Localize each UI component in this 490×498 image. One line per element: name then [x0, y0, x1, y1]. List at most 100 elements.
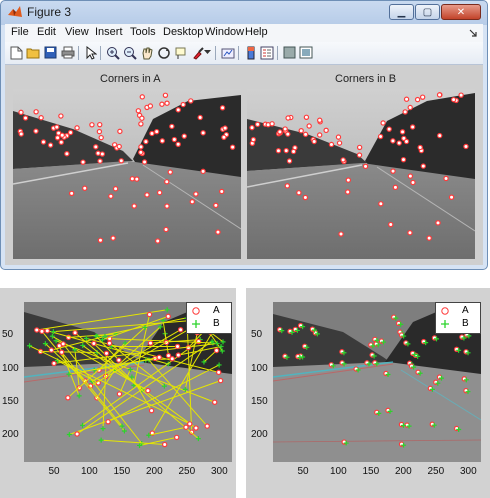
corner-marker [419, 94, 426, 100]
y-tick-label: 50 [2, 329, 14, 341]
corner-marker [380, 120, 386, 126]
plot-overlay: A B 50 100 150 200 250 300 50 100 150 200 [246, 288, 490, 498]
menu-tools[interactable]: Tools [130, 26, 156, 38]
corner-marker [155, 238, 161, 244]
corner-marker [277, 129, 283, 135]
corner-marker-a [116, 357, 122, 363]
zoom-in-icon[interactable] [105, 45, 120, 60]
corner-marker [138, 144, 144, 150]
match-line [186, 318, 193, 433]
corner-marker [171, 136, 178, 143]
x-tick-label: 100 [81, 466, 98, 477]
print-icon[interactable] [60, 45, 75, 60]
corner-marker [229, 144, 236, 150]
corner-marker [141, 159, 148, 165]
legend-label-b: B [462, 318, 469, 329]
menu-window[interactable]: Window [205, 26, 244, 38]
maximize-button[interactable]: ▢ [415, 4, 440, 20]
corner-marker [450, 96, 457, 103]
data-cursor-icon[interactable] [173, 45, 188, 60]
corner-marker-b [100, 426, 106, 432]
corner-marker [213, 202, 219, 209]
minimize-button[interactable]: ▁ [389, 4, 414, 20]
image-corners-b [247, 89, 475, 259]
corner-marker [402, 109, 408, 115]
corner-marker-a [91, 340, 97, 347]
corner-marker-a [165, 313, 171, 320]
corner-marker [54, 135, 61, 141]
maximize-icon: ▢ [422, 6, 433, 18]
corner-marker [134, 176, 140, 182]
corner-marker [22, 115, 29, 121]
x-tick-label: 300 [460, 466, 477, 477]
chevron-down-icon[interactable] [203, 45, 211, 60]
corner-marker-a [193, 425, 199, 431]
dock-arrow-icon[interactable] [469, 29, 477, 37]
corner-marker-a [215, 369, 222, 376]
x-tick-label: 50 [48, 466, 60, 477]
y-tick-label: 150 [2, 396, 19, 407]
corner-marker [403, 138, 410, 145]
corner-marker-a [51, 360, 57, 367]
toolbar-separator [78, 46, 79, 60]
corner-marker [417, 144, 423, 151]
corner-marker [298, 128, 304, 134]
menu-view[interactable]: View [65, 26, 89, 38]
open-file-icon[interactable] [26, 45, 41, 60]
corner-markers-a [17, 92, 236, 244]
corner-marker [193, 191, 199, 197]
corner-marker-b [66, 371, 72, 377]
menu-desktop[interactable]: Desktop [163, 26, 203, 38]
link-plot-icon[interactable] [220, 45, 235, 60]
corner-marker [219, 105, 226, 111]
colorbar-icon[interactable] [243, 45, 258, 60]
new-figure-icon[interactable] [9, 45, 24, 60]
save-icon[interactable] [43, 45, 58, 60]
legend-label-a: A [462, 305, 469, 316]
corner-marker [167, 169, 173, 175]
corner-marker [93, 144, 99, 150]
corner-marker [386, 126, 392, 132]
legend-plus-icon [441, 320, 449, 328]
corner-marker [149, 130, 155, 137]
corner-marker [306, 123, 312, 129]
corner-marker [317, 117, 323, 123]
zoom-out-icon[interactable] [122, 45, 137, 60]
x-tick-label: 300 [211, 466, 228, 477]
title-bar[interactable]: Figure 3 ▁ ▢ ✕ [1, 1, 487, 24]
corner-marker [159, 138, 165, 144]
legend-icon[interactable] [259, 45, 274, 60]
corner-marker [448, 194, 455, 200]
menu-insert[interactable]: Insert [95, 26, 123, 38]
corner-marker [219, 188, 225, 195]
menu-help[interactable]: Help [245, 26, 268, 38]
image-corners-a [13, 89, 241, 259]
rotate-3d-icon[interactable] [156, 45, 171, 60]
corner-marker [131, 203, 137, 209]
pointer-icon[interactable] [83, 45, 98, 60]
corner-marker [98, 134, 104, 141]
corner-marker-b [218, 344, 224, 350]
plot-matched-points: A B 50 100 150 200 250 300 50 100 150 200 [0, 288, 236, 498]
menu-file[interactable]: File [11, 26, 29, 38]
corner-marker [400, 156, 407, 163]
corner-marker [95, 150, 101, 156]
close-button[interactable]: ✕ [441, 4, 481, 20]
corner-marker-a [65, 395, 71, 401]
toolbar-separator [100, 46, 101, 60]
show-plot-tools-icon[interactable] [298, 45, 313, 60]
corner-marker [403, 96, 410, 102]
corner-marker [362, 163, 369, 170]
x-tick-label: 150 [362, 466, 380, 477]
corner-marker [335, 134, 342, 140]
figure-canvas: Corners in A Corners in B [5, 65, 483, 265]
menu-edit[interactable]: Edit [37, 26, 56, 38]
corner-marker [54, 124, 60, 130]
corner-marker [345, 177, 352, 183]
corner-marker-a [174, 343, 181, 350]
pan-icon[interactable] [139, 45, 154, 60]
hide-plot-tools-icon[interactable] [282, 45, 297, 60]
corner-marker [336, 140, 343, 146]
corner-marker [407, 173, 414, 179]
corner-marker-b [127, 367, 133, 373]
